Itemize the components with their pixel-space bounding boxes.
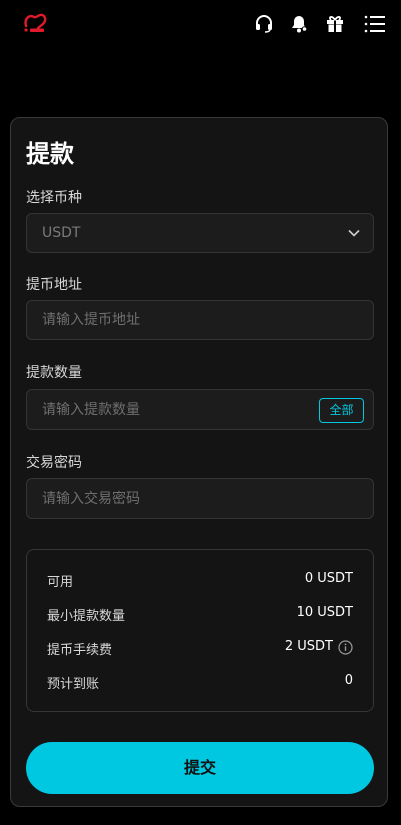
available-label: 可用 [47, 575, 74, 590]
info-icon[interactable] [338, 640, 353, 655]
available-row: 可用 0 USDT [47, 571, 353, 591]
min-amount-label: 最小提款数量 [47, 609, 126, 624]
amount-label: 提款数量 [26, 365, 82, 381]
chevron-down-icon [348, 229, 360, 237]
address-input[interactable] [27, 301, 373, 339]
fee-value: 2 USDT [284, 639, 333, 654]
estimate-label: 预计到账 [47, 677, 100, 692]
menu-icon[interactable] [364, 14, 386, 34]
headset-icon[interactable] [254, 14, 274, 34]
address-label: 提币地址 [26, 277, 82, 293]
top-bar [0, 0, 401, 50]
currency-select[interactable]: USDT [26, 213, 374, 253]
page-title: 提款 [26, 140, 74, 168]
submit-button[interactable]: 提交 [26, 742, 374, 794]
fee-label: 提币手续费 [47, 643, 113, 658]
address-field[interactable] [26, 300, 374, 340]
estimate-row: 预计到账 0 [47, 673, 353, 693]
summary-box: 可用 0 USDT 最小提款数量 10 USDT 提币手续费 2 USDT 预计… [26, 549, 374, 712]
currency-value: USDT [42, 225, 81, 241]
password-label: 交易密码 [26, 455, 82, 471]
estimate-value: 0 [344, 673, 353, 688]
available-value: 0 USDT [304, 571, 353, 586]
currency-label: 选择币种 [26, 190, 82, 206]
password-input[interactable] [27, 479, 373, 518]
all-button[interactable]: 全部 [319, 398, 364, 423]
gift-icon[interactable] [325, 14, 345, 34]
brand-logo[interactable] [22, 12, 48, 34]
bell-icon[interactable] [289, 14, 309, 34]
password-field[interactable] [26, 478, 374, 519]
min-amount-row: 最小提款数量 10 USDT [47, 605, 353, 625]
fee-row: 提币手续费 2 USDT [47, 639, 353, 659]
amount-field[interactable]: 全部 [26, 389, 374, 430]
min-amount-value: 10 USDT [296, 605, 353, 620]
withdraw-card: 提款 选择币种 USDT 提币地址 提款数量 全部 交易密码 可用 0 USDT… [10, 117, 388, 807]
